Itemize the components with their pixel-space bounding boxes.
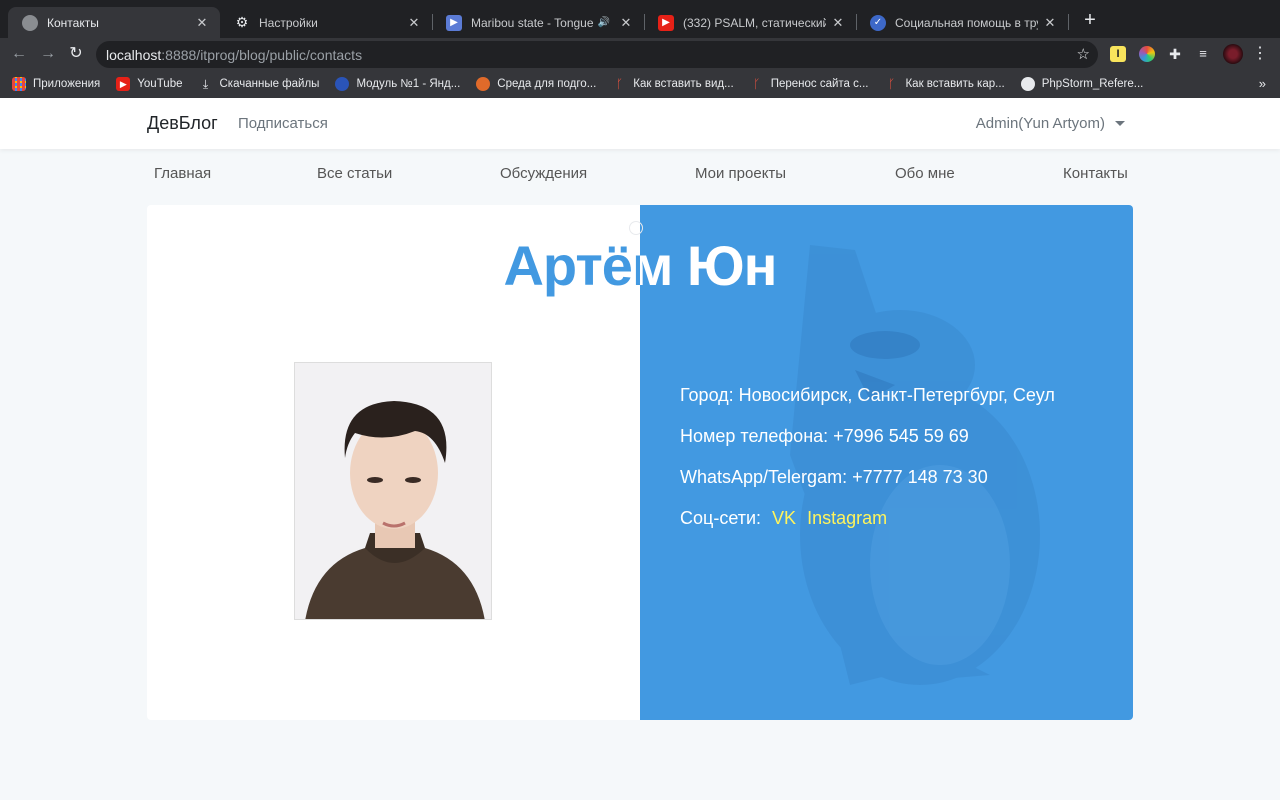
contact-name-overlay: Артём Юн — [503, 234, 778, 297]
tab-contacts[interactable]: Контакты ✕ — [8, 7, 220, 38]
contact-card: Артём Юн Артём Юн Город: Новосибирск, Са… — [147, 205, 1133, 720]
laravel-icon: ᚴ — [753, 77, 761, 91]
apps-grid-icon — [12, 77, 26, 91]
laravel-icon: ᚴ — [615, 77, 623, 91]
color-picker-icon[interactable] — [1139, 46, 1155, 62]
page: ДевБлог Подписаться Admin(Yun Artyom) Гл… — [0, 98, 1280, 800]
url-host: localhost — [106, 46, 162, 63]
tab-separator — [1068, 14, 1069, 30]
bookmark-item[interactable]: Приложения — [12, 77, 100, 91]
bookmark-label: Среда для подго... — [497, 78, 597, 90]
bookmark-star-icon[interactable]: ☆ — [1077, 45, 1090, 63]
contact-details: Город: Новосибирск, Санкт-Петергбург, Се… — [680, 385, 1055, 549]
profile-photo — [294, 362, 492, 620]
play-icon: ▶ — [446, 14, 462, 31]
tab-title: Maribou state - Tongue tikt — [471, 15, 594, 30]
bookmark-label: YouTube — [137, 78, 183, 90]
tab-settings[interactable]: ⚙ Настройки ✕ — [220, 7, 432, 38]
laravel-icon: ᚴ — [887, 77, 896, 91]
bookmark-label: Перенос сайта с... — [770, 78, 869, 90]
nav-discussions[interactable]: Обсуждения — [500, 165, 587, 182]
browser-toolbar: ← → ↻ i localhost:8888/itprog/blog/publi… — [0, 38, 1280, 235]
flame-icon — [476, 77, 491, 91]
contact-social: Соц-сети: VK Instagram — [680, 508, 1055, 549]
globe-icon — [22, 14, 38, 31]
tab-strip: Контакты ✕ ⚙ Настройки ✕ ▶ Maribou state… — [0, 0, 1280, 38]
subscribe-link[interactable]: Подписаться — [238, 115, 328, 132]
close-icon[interactable]: ✕ — [830, 15, 846, 31]
url-path: :8888/itprog/blog/public/contacts — [161, 46, 363, 63]
site-brand[interactable]: ДевБлог — [147, 113, 218, 134]
youtube-icon: ▶ — [658, 14, 674, 31]
reload-icon[interactable]: ↻ — [64, 43, 88, 65]
media-queue-icon[interactable]: ≡ — [1195, 46, 1211, 62]
tab-title: Контакты — [47, 15, 99, 30]
bookmark-label: Приложения — [33, 78, 101, 90]
bookmarks-bar: Приложения ▶ YouTube ⤓ Скачанные файлы М… — [0, 70, 1280, 98]
tab-title: Настройки — [259, 15, 318, 30]
contact-city: Город: Новосибирск, Санкт-Петергбург, Се… — [680, 385, 1055, 405]
gear-icon: ⚙ — [235, 14, 249, 30]
user-name: Admin(Yun Artyom) — [975, 115, 1105, 132]
bookmark-item[interactable]: ᚴ Перенос сайта с... — [750, 77, 869, 91]
address-bar[interactable]: i localhost:8888/itprog/blog/public/cont… — [96, 41, 1098, 235]
bookmark-label: Модуль №1 - Янд... — [356, 78, 461, 90]
main-nav: Главная Все статьи Обсуждения Мои проект… — [147, 165, 1128, 185]
bookmark-item[interactable]: ᚴ Как вставить кар... — [884, 77, 1005, 91]
bookmark-item[interactable]: ▶ YouTube — [116, 77, 183, 91]
user-dropdown[interactable]: Admin(Yun Artyom) — [976, 115, 1125, 132]
bookmark-label: Скачанные файлы — [219, 78, 320, 90]
bookmark-item[interactable]: PhpStorm_Refere... — [1020, 77, 1144, 91]
puzzle-icon[interactable]: ✚ — [1167, 46, 1183, 62]
tab-social-help[interactable]: ✓ Социальная помощь в трудну ✕ — [856, 7, 1068, 38]
new-tab-button[interactable]: + — [1080, 10, 1100, 32]
nav-my-projects[interactable]: Мои проекты — [695, 165, 786, 182]
back-arrow-icon[interactable]: ← — [7, 43, 31, 65]
bookmark-item[interactable]: ᚴ Как вставить вид... — [612, 77, 734, 91]
youtube-icon: ▶ — [116, 77, 131, 91]
nav-contacts[interactable]: Контакты — [1063, 165, 1128, 182]
globe-icon — [1020, 77, 1035, 91]
vk-link[interactable]: VK — [772, 508, 796, 528]
tab-psalm[interactable]: ▶ (332) PSALM, статический ан ✕ — [644, 7, 856, 38]
bookmark-label: Как вставить вид... — [633, 78, 734, 90]
bookmark-item[interactable]: Среда для подго... — [476, 77, 596, 91]
site-navbar: ДевБлог Подписаться Admin(Yun Artyom) — [0, 98, 1280, 149]
bookmark-label: PhpStorm_Refere... — [1041, 78, 1144, 90]
bookmark-item[interactable]: Модуль №1 - Янд... — [335, 77, 460, 91]
close-icon[interactable]: ✕ — [194, 15, 210, 31]
info-icon[interactable]: i — [629, 221, 643, 235]
extension-icon[interactable]: I — [1110, 46, 1126, 62]
download-icon: ⤓ — [202, 76, 209, 91]
social-label: Соц-сети: — [680, 508, 762, 528]
menu-kebab-icon[interactable]: ⋮ — [1252, 46, 1268, 62]
caret-down-icon — [1115, 121, 1125, 126]
speaker-icon[interactable]: 🔊 — [598, 17, 610, 28]
forward-arrow-icon[interactable]: → — [36, 43, 60, 65]
contact-name: Артём Юн Артём Юн — [147, 233, 1133, 298]
close-icon[interactable]: ✕ — [1042, 15, 1058, 31]
yandex-icon — [335, 77, 350, 91]
tab-title: Социальная помощь в трудну — [895, 15, 1038, 30]
tab-maribou[interactable]: ▶ Maribou state - Tongue tikt 🔊 ✕ — [432, 7, 644, 38]
contact-messenger: WhatsApp/Telergam: +7777 148 73 30 — [680, 467, 988, 487]
bookmark-label: Как вставить кар... — [905, 78, 1005, 90]
close-icon[interactable]: ✕ — [618, 15, 634, 31]
avatar[interactable] — [1223, 44, 1243, 64]
nav-about[interactable]: Обо мне — [895, 165, 955, 182]
nav-all-articles[interactable]: Все статьи — [317, 165, 392, 182]
bird-icon: ✓ — [870, 14, 886, 31]
contact-phone: Номер телефона: +7996 545 59 69 — [680, 426, 969, 446]
bookmark-item[interactable]: ⤓ Скачанные файлы — [199, 77, 320, 91]
nav-home[interactable]: Главная — [154, 165, 211, 182]
tab-title: (332) PSALM, статический ан — [683, 15, 826, 30]
close-icon[interactable]: ✕ — [406, 15, 422, 31]
instagram-link[interactable]: Instagram — [807, 508, 887, 528]
portrait-image — [295, 363, 491, 619]
bookmarks-overflow-button[interactable]: » — [1259, 76, 1266, 91]
